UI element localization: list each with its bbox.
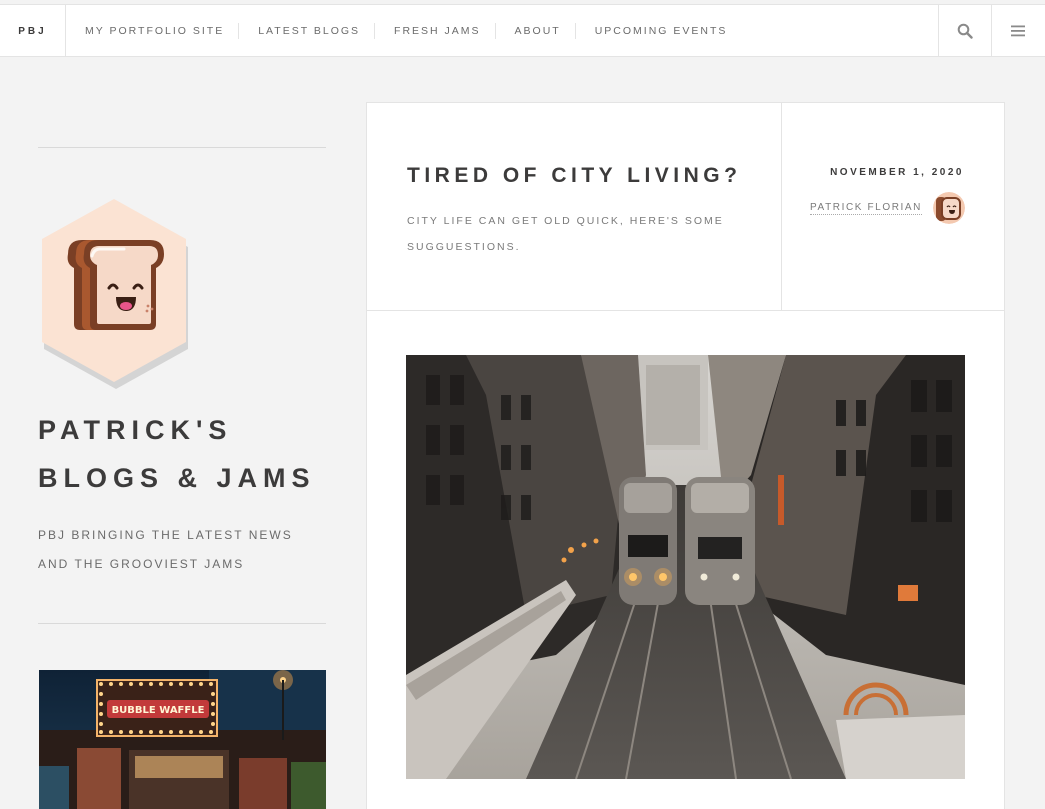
photo-sign-text: BUBBLE WAFFLE xyxy=(112,705,205,716)
sidebar-divider-bottom xyxy=(38,623,326,624)
post-header: TIRED OF CITY LIVING? CITY LIFE CAN GET … xyxy=(367,103,1004,311)
site-title-line-1: PATRICK'S xyxy=(38,415,233,445)
post-title[interactable]: TIRED OF CITY LIVING? xyxy=(407,164,741,188)
sidebar-divider-top xyxy=(38,147,326,148)
site-logo[interactable] xyxy=(38,196,190,392)
brand-link[interactable]: PBJ xyxy=(0,5,66,57)
main-menu: MY PORTFOLIO SITE LATEST BLOGS FRESH JAM… xyxy=(66,5,741,57)
nav-link-upcoming-events[interactable]: UPCOMING EVENTS xyxy=(574,23,742,39)
menu-button[interactable] xyxy=(991,5,1044,57)
site-description: PBJ BRINGING THE LATEST NEWS AND THE GRO… xyxy=(38,528,293,571)
post-meta: NOVEMBER 1, 2020 PATRICK FLORIAN xyxy=(782,103,1004,310)
post-excerpt: CITY LIFE CAN GET OLD QUICK, HERE'S SOME… xyxy=(407,215,724,253)
post-author-link[interactable]: PATRICK FLORIAN xyxy=(810,202,922,215)
author-avatar-icon xyxy=(933,192,965,224)
nav-link-latest-blogs[interactable]: LATEST BLOGS xyxy=(238,23,374,39)
post-featured-image[interactable] xyxy=(406,355,965,779)
top-navigation-bar: PBJ MY PORTFOLIO SITE LATEST BLOGS FRESH… xyxy=(0,4,1045,57)
search-button[interactable] xyxy=(938,5,991,57)
nav-link-portfolio[interactable]: MY PORTFOLIO SITE xyxy=(66,23,238,39)
post-date: NOVEMBER 1, 2020 xyxy=(830,167,964,178)
waffle-shop-photo: BUBBLE WAFFLE xyxy=(39,670,326,809)
post-card: TIRED OF CITY LIVING? CITY LIFE CAN GET … xyxy=(366,102,1005,809)
nav-link-fresh-jams[interactable]: FRESH JAMS xyxy=(374,23,495,39)
nav-link-about[interactable]: ABOUT xyxy=(494,23,575,39)
post-summary: TIRED OF CITY LIVING? CITY LIFE CAN GET … xyxy=(367,103,782,310)
author-avatar[interactable] xyxy=(933,192,965,224)
site-title-line-2: BLOGS & JAMS xyxy=(38,463,316,493)
elevated-train-city-photo xyxy=(406,355,965,779)
hamburger-menu-icon xyxy=(1011,25,1025,37)
sidebar-photo[interactable]: BUBBLE WAFFLE xyxy=(39,670,326,809)
toast-mascot-logo xyxy=(42,199,188,389)
search-icon xyxy=(957,23,973,39)
site-title[interactable]: PATRICK'S BLOGS & JAMS xyxy=(38,406,338,502)
